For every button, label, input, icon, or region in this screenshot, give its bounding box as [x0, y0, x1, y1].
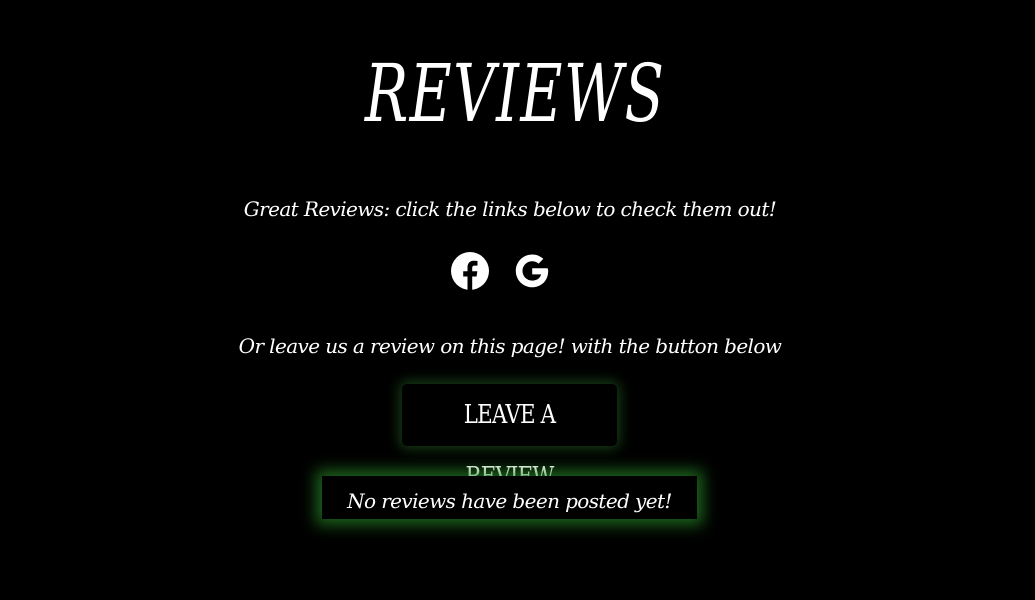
social-links [449, 251, 553, 293]
facebook-link[interactable] [450, 251, 490, 291]
leave-review-button[interactable]: LEAVE A REVIEW [402, 384, 617, 492]
reviews-empty-state: No reviews have been posted yet! [322, 476, 697, 519]
leave-review-prompt: Or leave us a review on this page! with … [238, 334, 782, 358]
intro-text: Great Reviews: click the links below to … [243, 197, 777, 221]
reviews-page: REVIEWS Great Reviews: click the links b… [0, 0, 1035, 600]
page-title: REVIEWS [364, 47, 666, 140]
google-link[interactable] [512, 251, 552, 291]
google-icon [515, 254, 549, 288]
facebook-icon [451, 252, 489, 291]
